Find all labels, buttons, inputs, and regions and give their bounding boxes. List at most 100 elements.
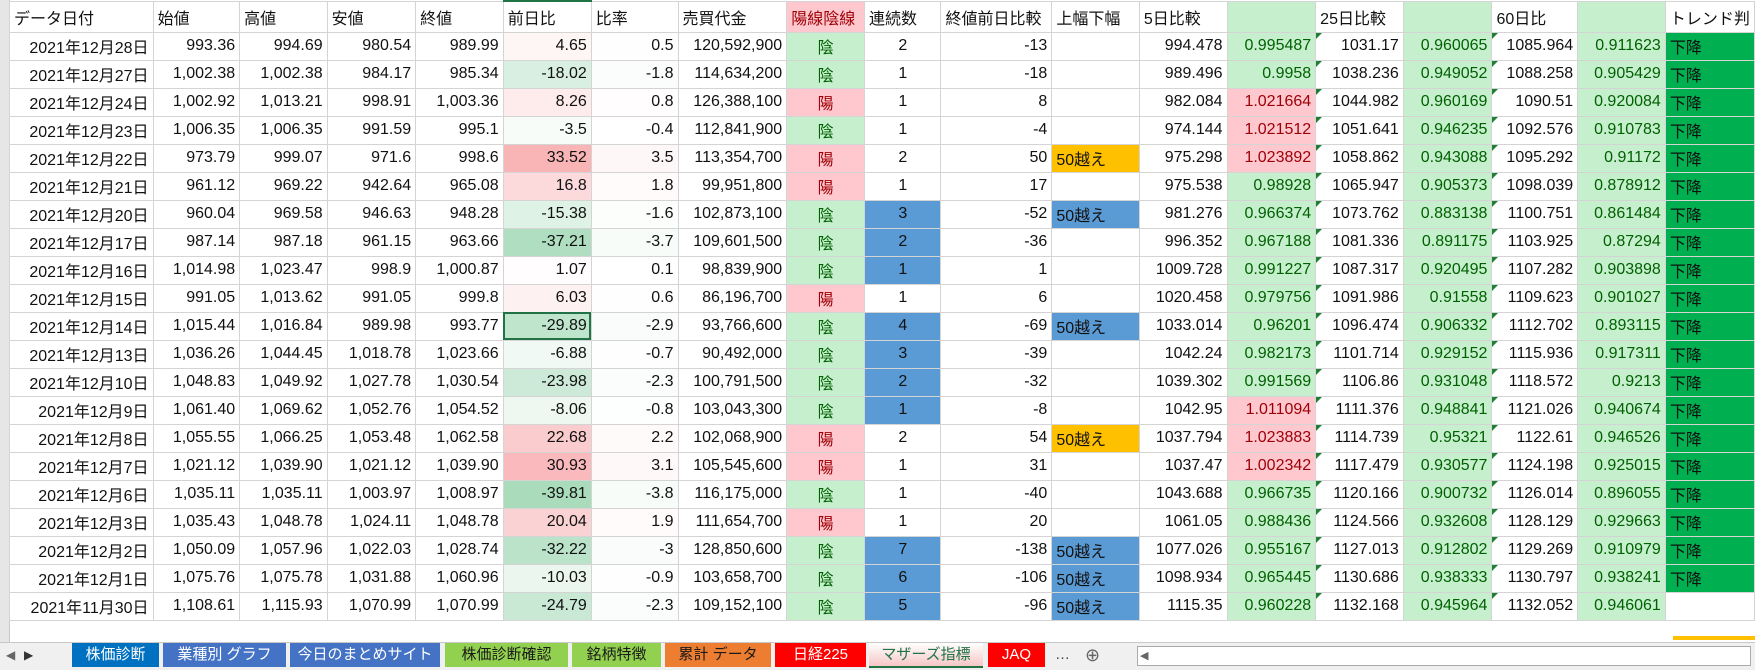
cell-ma25[interactable]: 1114.739 — [1315, 423, 1404, 453]
cell-ma60[interactable]: 1118.572 — [1491, 367, 1579, 397]
cell-ma5-ratio[interactable]: 0.967188 — [1226, 227, 1317, 257]
cell-ma25[interactable]: 1065.947 — [1315, 171, 1404, 201]
cell-ratio[interactable]: -0.9 — [590, 563, 679, 593]
cell-change[interactable]: 4.65 — [502, 31, 592, 61]
cell-ma25-ratio[interactable]: 0.905373 — [1402, 171, 1493, 201]
cell-streak[interactable]: 1 — [864, 283, 942, 313]
cell-ma60[interactable]: 1100.751 — [1491, 199, 1579, 229]
cell-ma5[interactable]: 975.298 — [1138, 143, 1228, 173]
cell-open[interactable]: 1,061.40 — [152, 395, 241, 425]
cell-ma60-ratio[interactable]: 0.9213 — [1577, 367, 1666, 397]
cell-change[interactable]: -24.79 — [502, 591, 592, 621]
cell-ma25[interactable]: 1044.982 — [1315, 87, 1404, 117]
cell-close-diff[interactable]: -32 — [940, 367, 1053, 397]
cell-date[interactable]: 2021年12月28日 — [9, 31, 154, 61]
cell-close-diff[interactable]: -8 — [940, 395, 1053, 425]
cell-change[interactable]: 16.8 — [502, 171, 592, 201]
cell-high[interactable]: 987.18 — [239, 227, 328, 257]
cell-ma60-ratio[interactable]: 0.896055 — [1577, 479, 1666, 509]
cell-turnover[interactable]: 90,492,000 — [677, 339, 788, 369]
cell-close[interactable]: 989.99 — [415, 31, 504, 61]
cell-close-diff[interactable]: -4 — [940, 115, 1053, 145]
cell-ma25[interactable]: 1031.17 — [1315, 31, 1404, 61]
cell-ma25[interactable]: 1117.479 — [1315, 451, 1404, 481]
cell-ma25-ratio[interactable]: 0.960065 — [1402, 31, 1493, 61]
cell-close-diff[interactable]: -40 — [940, 479, 1053, 509]
cell-streak[interactable]: 7 — [864, 535, 942, 565]
cell-candle[interactable]: 陰 — [786, 479, 866, 509]
cell-ma60-ratio[interactable]: 0.911623 — [1577, 31, 1666, 61]
cell-turnover[interactable]: 93,766,600 — [677, 311, 788, 341]
cell-date[interactable]: 2021年12月3日 — [9, 507, 154, 537]
cell-ratio[interactable]: 0.5 — [590, 31, 679, 61]
cell-low[interactable]: 989.98 — [326, 311, 417, 341]
cell-close[interactable]: 1,030.54 — [415, 367, 504, 397]
cell-close-diff[interactable]: -39 — [940, 339, 1053, 369]
cell-ma25[interactable]: 1130.686 — [1315, 563, 1404, 593]
cell-high[interactable]: 1,013.62 — [239, 283, 328, 313]
cell-high[interactable]: 1,069.62 — [239, 395, 328, 425]
cell-high[interactable]: 1,006.35 — [239, 115, 328, 145]
cell-candle[interactable]: 陰 — [786, 367, 866, 397]
cell-ratio[interactable]: -2.3 — [590, 591, 679, 621]
cell-ma5[interactable]: 974.144 — [1138, 115, 1228, 145]
cell-change[interactable]: -18.02 — [502, 59, 592, 89]
cell-range-flag[interactable]: 50越え — [1051, 143, 1140, 173]
cell-change[interactable]: -32.22 — [502, 535, 592, 565]
cell-trend[interactable]: 下降 — [1664, 563, 1755, 593]
cell-ma5-ratio[interactable]: 0.965445 — [1226, 563, 1317, 593]
cell-date[interactable]: 2021年12月16日 — [9, 255, 154, 285]
cell-change[interactable]: -15.38 — [502, 199, 592, 229]
cell-turnover[interactable]: 103,043,300 — [677, 395, 788, 425]
cell-ratio[interactable]: 1.8 — [590, 171, 679, 201]
cell-streak[interactable]: 2 — [864, 367, 942, 397]
cell-open[interactable]: 1,015.44 — [152, 311, 241, 341]
cell-ma60-ratio[interactable]: 0.901027 — [1577, 283, 1666, 313]
cell-open[interactable]: 1,006.35 — [152, 115, 241, 145]
cell-range-flag[interactable] — [1051, 227, 1140, 257]
sheet-tab[interactable]: 今日のまとめサイト — [290, 643, 440, 667]
cell-turnover[interactable]: 116,175,000 — [677, 479, 788, 509]
column-header-range-flag[interactable]: 上幅下幅 — [1051, 0, 1140, 33]
cell-ratio[interactable]: -3.8 — [590, 479, 679, 509]
cell-trend[interactable]: 下降 — [1664, 171, 1755, 201]
cell-ma25-ratio[interactable]: 0.920495 — [1402, 255, 1493, 285]
cell-ma60-ratio[interactable]: 0.925015 — [1577, 451, 1666, 481]
cell-ma5[interactable]: 1033.014 — [1138, 311, 1228, 341]
cell-open[interactable]: 1,002.38 — [152, 59, 241, 89]
cell-low[interactable]: 1,031.88 — [326, 563, 417, 593]
cell-close[interactable]: 1,000.87 — [415, 255, 504, 285]
cell-turnover[interactable]: 105,545,600 — [677, 451, 788, 481]
cell-close[interactable]: 985.34 — [415, 59, 504, 89]
cell-low[interactable]: 1,070.99 — [326, 591, 417, 621]
cell-ma60[interactable]: 1130.797 — [1491, 563, 1579, 593]
cell-ma5[interactable]: 1009.728 — [1138, 255, 1228, 285]
cell-close[interactable]: 1,070.99 — [415, 591, 504, 621]
cell-streak[interactable]: 1 — [864, 255, 942, 285]
horizontal-scrollbar[interactable]: ◀ — [1137, 646, 1751, 666]
sheet-tab[interactable]: 株価診断確認 — [445, 643, 568, 667]
cell-low[interactable]: 1,027.78 — [326, 367, 417, 397]
cell-candle[interactable]: 陽 — [786, 171, 866, 201]
column-header-ratio[interactable]: 比率 — [590, 0, 679, 33]
cell-ma25[interactable]: 1058.862 — [1315, 143, 1404, 173]
cell-turnover[interactable]: 99,951,800 — [677, 171, 788, 201]
tab-scroll-right-icon[interactable]: ▶ — [24, 643, 33, 667]
cell-ma60[interactable]: 1126.014 — [1491, 479, 1579, 509]
cell-ratio[interactable]: -0.8 — [590, 395, 679, 425]
cell-turnover[interactable]: 109,601,500 — [677, 227, 788, 257]
cell-ma5-ratio[interactable]: 0.991569 — [1226, 367, 1317, 397]
cell-ma5-ratio[interactable]: 0.966374 — [1226, 199, 1317, 229]
column-header-streak[interactable]: 連続数 — [864, 0, 942, 33]
cell-trend[interactable]: 下降 — [1664, 395, 1755, 425]
cell-turnover[interactable]: 86,196,700 — [677, 283, 788, 313]
cell-date[interactable]: 2021年12月8日 — [9, 423, 154, 453]
cell-ma5[interactable]: 975.538 — [1138, 171, 1228, 201]
cell-low[interactable]: 971.6 — [326, 143, 417, 173]
cell-range-flag[interactable]: 50越え — [1051, 591, 1140, 621]
cell-streak[interactable]: 2 — [864, 423, 942, 453]
cell-candle[interactable]: 陽 — [786, 423, 866, 453]
cell-high[interactable]: 999.07 — [239, 143, 328, 173]
column-header-ma60[interactable]: 60日比 — [1491, 0, 1579, 33]
cell-turnover[interactable]: 113,354,700 — [677, 143, 788, 173]
